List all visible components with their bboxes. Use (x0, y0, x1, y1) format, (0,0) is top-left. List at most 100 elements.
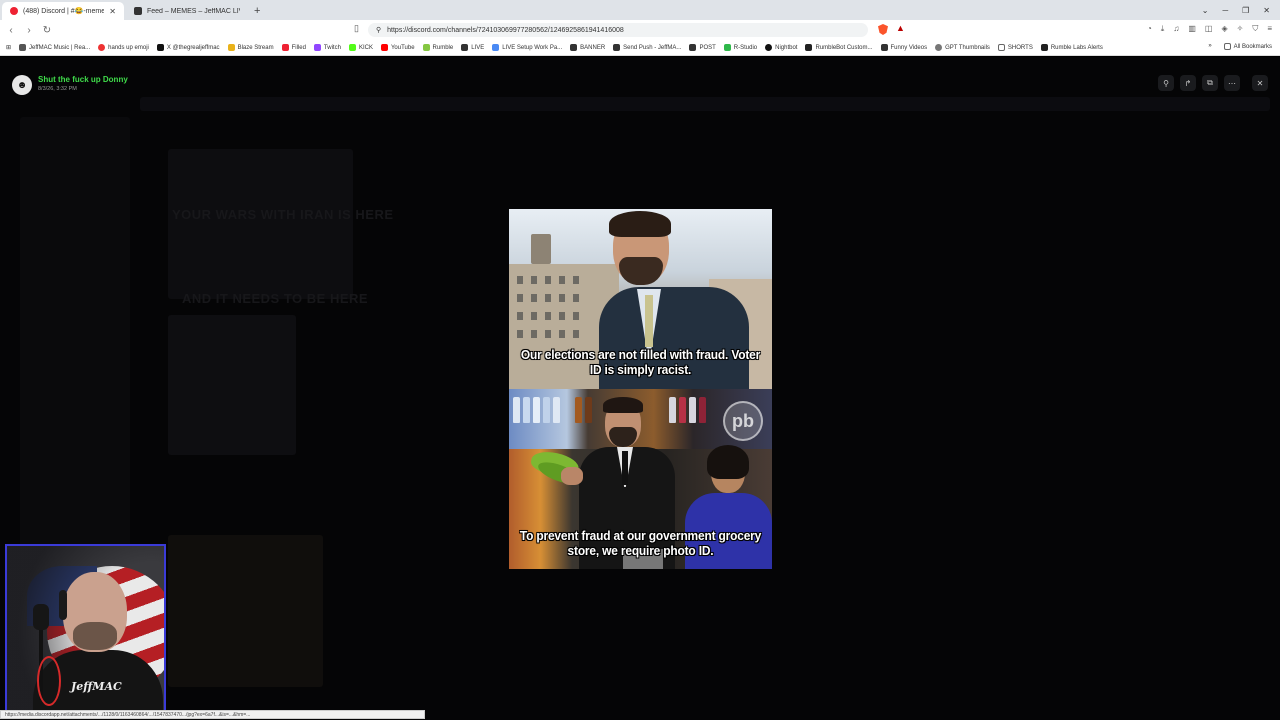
bookmarks-bar: ⊞ JeffMAC Music | Rea... hands up emoji … (0, 40, 1280, 56)
message-timestamp: 8/3/26, 3:32 PM (38, 86, 77, 92)
bookmarks-right: » All Bookmarks (1208, 43, 1272, 50)
dimmed-meme-text: YOUR WARS WITH IRAN IS HERE (172, 207, 394, 222)
bookmark-item[interactable]: LIVE Setup Work Pa... (492, 44, 562, 51)
bookmark-item[interactable]: Send Push - JeffMA... (613, 44, 681, 51)
bookmark-item[interactable]: Funny Videos (880, 44, 927, 51)
feed-favicon-icon (134, 7, 142, 15)
all-bookmarks-folder[interactable]: All Bookmarks (1223, 43, 1272, 50)
bookmark-item[interactable]: Filled (281, 44, 306, 51)
tie (622, 451, 628, 485)
webcam-overlay: JeffMAC (5, 544, 166, 712)
headset (59, 590, 67, 620)
dimmed-message-image (168, 149, 353, 299)
caption-top: Our elections are not filled with fraud.… (520, 347, 761, 377)
bookmark-item[interactable]: POST (689, 44, 716, 51)
puzzle-icon[interactable]: ✧ (1237, 24, 1244, 34)
close-tab-icon[interactable]: ✕ (109, 7, 116, 16)
bookmark-item[interactable]: KICK (348, 44, 373, 51)
back-icon[interactable]: ‹ (4, 25, 18, 36)
address-bar: ‹ › ↻ ▯ ⚲ https://discord.com/channels/7… (0, 20, 1280, 40)
tab-bar: (488) Discord | #😂-memes | Je ✕ Feed – M… (0, 0, 1280, 20)
bookmark-item[interactable]: YouTube (380, 44, 415, 51)
discord-image-viewer: YOUR WARS WITH IRAN IS HERE AND IT NEEDS… (0, 57, 1280, 720)
beard (619, 257, 663, 285)
meme-top-panel: Our elections are not filled with fraud.… (509, 209, 772, 397)
bookmark-item[interactable]: Rumble (422, 44, 453, 51)
tab-discord[interactable]: (488) Discord | #😂-memes | Je ✕ (2, 2, 124, 20)
more-bookmarks-icon[interactable]: » (1208, 43, 1211, 50)
url-text: https://discord.com/channels/72410306997… (387, 26, 624, 34)
hair (603, 397, 643, 413)
dimmed-channel-header (140, 97, 1270, 111)
site-info-icon[interactable]: ⚲ (376, 26, 381, 34)
chevron-down-icon[interactable]: ⌄ (1202, 6, 1209, 15)
meme-bottom-panel: pb To prevent fraud at our government gr… (509, 389, 772, 569)
tab-title: Feed – MEMES – JeffMAC LIVE (147, 7, 240, 15)
suit (599, 287, 749, 397)
bookmark-item[interactable]: R-Studio (723, 44, 757, 51)
close-window-icon[interactable]: ✕ (1263, 6, 1270, 15)
bookmark-item[interactable]: JeffMAC Music | Rea... (19, 44, 90, 51)
apps-grid-icon[interactable]: ⊞ (6, 44, 11, 51)
window-controls: ⌄ ─ ❐ ✕ (1202, 0, 1280, 20)
mic-cable (37, 656, 61, 706)
status-bar-url: https://media.discordapp.net/attachments… (0, 710, 425, 719)
music-icon[interactable]: ♫ (1173, 24, 1179, 34)
beard (73, 622, 117, 650)
wallet-icon[interactable]: ◫ (1205, 24, 1213, 34)
restore-icon[interactable]: ❐ (1242, 6, 1249, 15)
more-options-icon[interactable]: ⋯ (1224, 75, 1240, 91)
bookmark-item[interactable]: hands up emoji (98, 44, 149, 51)
reload-icon[interactable]: ↻ (40, 25, 54, 36)
bookmark-item[interactable]: LIVE (461, 44, 484, 51)
tab-title: (488) Discord | #😂-memes | Je (23, 8, 105, 15)
shirt-logo: JeffMAC (71, 680, 122, 693)
discord-favicon-icon (10, 7, 18, 15)
forward-share-icon[interactable]: ↱ (1180, 75, 1196, 91)
shield-icon[interactable]: ⛉ (1252, 24, 1258, 34)
close-viewer-icon[interactable]: ✕ (1252, 75, 1268, 91)
bookmark-item[interactable]: X @thegrealjeffmac (156, 44, 220, 51)
bookmark-item[interactable]: Blaze Stream (227, 44, 274, 51)
bookmark-item[interactable]: Nightbot (765, 44, 797, 51)
zoom-icon[interactable]: ⚲ (1158, 75, 1174, 91)
water-tower (531, 234, 551, 264)
hair (707, 445, 749, 479)
new-tab-button[interactable]: + (254, 2, 260, 20)
dimmed-meme-text: AND IT NEEDS TO BE HERE (182, 291, 369, 306)
rewards-triangle-icon[interactable]: ▲ (896, 23, 905, 33)
hair (609, 211, 671, 237)
sidebar-icon[interactable]: ▥ (1188, 24, 1196, 34)
dimmed-channel-list (20, 117, 130, 597)
bookmark-icon[interactable]: ▯ (354, 23, 359, 34)
forward-icon[interactable]: › (22, 25, 36, 36)
microphone-icon (33, 604, 49, 630)
dimmed-message-image (168, 535, 323, 687)
caption-bottom: To prevent fraud at our government groce… (519, 528, 762, 558)
extension-icons: ◔ ⤓ ♫ ▥ ◫ ◈ ✧ ⛉ ≡ (1147, 24, 1272, 34)
hand (561, 467, 583, 485)
bookmark-item[interactable]: RumbleBot Custom... (805, 44, 873, 51)
tab-feed[interactable]: Feed – MEMES – JeffMAC LIVE (126, 2, 248, 20)
bookmark-folder[interactable]: SHORTS (997, 44, 1033, 51)
dimmed-message-image (168, 315, 296, 455)
minimize-icon[interactable]: ─ (1222, 6, 1228, 15)
tie (645, 295, 653, 347)
open-in-browser-icon[interactable]: ⧉ (1202, 75, 1218, 91)
vpn-icon[interactable]: ◈ (1221, 24, 1227, 34)
extension-icon[interactable]: ◔ (1147, 24, 1152, 34)
avatar[interactable]: ☻ (12, 75, 32, 95)
bookmark-item[interactable]: GPT Thumbnails (935, 44, 990, 51)
watermark-logo: pb (723, 401, 763, 441)
author-name[interactable]: Shut the fuck up Donny (38, 75, 128, 84)
bookmark-item[interactable]: BANNER (570, 44, 605, 51)
url-field[interactable]: ⚲ https://discord.com/channels/724103069… (368, 23, 868, 37)
bookmark-item[interactable]: Rumble Labs Alerts (1040, 44, 1103, 51)
viewer-toolbar: ⚲ ↱ ⧉ ⋯ ✕ (1158, 75, 1268, 91)
download-icon[interactable]: ⤓ (1161, 24, 1165, 34)
bookmark-item[interactable]: Twitch (313, 44, 341, 51)
message-author: ☻ Shut the fuck up Donny 8/3/26, 3:32 PM (12, 75, 128, 95)
brave-shield-icon[interactable] (878, 24, 888, 35)
meme-image[interactable]: Our elections are not filled with fraud.… (509, 209, 772, 569)
menu-icon[interactable]: ≡ (1267, 24, 1272, 34)
